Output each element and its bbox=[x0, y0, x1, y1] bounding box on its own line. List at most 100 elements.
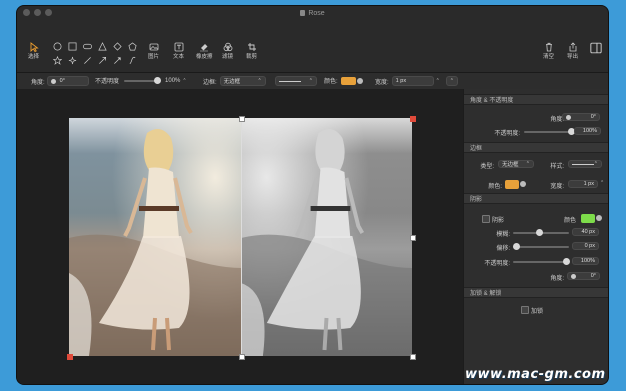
app-window: Rose 选择 形状 bbox=[17, 6, 608, 384]
share-icon bbox=[569, 42, 576, 52]
width-stepper[interactable]: ⌃ bbox=[600, 180, 604, 186]
shadow-checkbox[interactable] bbox=[482, 215, 490, 223]
select-arrows-icon: ⌃ bbox=[525, 161, 530, 167]
line-style-preview bbox=[572, 163, 594, 165]
resize-handle-bottom[interactable] bbox=[239, 354, 245, 360]
resize-handle-right[interactable] bbox=[410, 235, 416, 241]
angle-dial-icon[interactable] bbox=[571, 273, 576, 279]
shadow-opacity-slider[interactable] bbox=[513, 258, 570, 265]
color-photo bbox=[69, 118, 241, 356]
inspector-panel: 角度 & 不透明度 角度: 0° 不透明度: 100% 边框 类型: 无边框 ⌃ … bbox=[463, 89, 608, 384]
text-icon bbox=[174, 42, 183, 52]
angle-field[interactable]: 0° bbox=[46, 76, 89, 86]
freehand-icon[interactable] bbox=[128, 56, 137, 65]
color-option: 颜色: bbox=[324, 76, 363, 85]
section-lock: 加锁 & 解锁 bbox=[464, 287, 608, 298]
zoom-button[interactable] bbox=[45, 9, 52, 16]
shadow-opacity-knob[interactable] bbox=[563, 258, 570, 265]
section-shadow: 阴影 bbox=[464, 193, 608, 204]
diamond-icon[interactable] bbox=[113, 42, 122, 51]
grayscale-photo bbox=[241, 118, 412, 356]
offset-slider[interactable] bbox=[513, 243, 569, 250]
arrow-icon[interactable] bbox=[98, 56, 107, 65]
panel-border-width-field[interactable]: 1 px bbox=[568, 180, 598, 188]
width-option: 宽度: 1 px ⌃ ⌃ bbox=[375, 76, 458, 86]
filter-tool[interactable]: 滤镜 bbox=[222, 42, 233, 60]
text-tool[interactable]: 文本 bbox=[173, 42, 184, 60]
filled-arrow-icon[interactable] bbox=[113, 56, 122, 65]
color-picker-icon[interactable] bbox=[596, 215, 602, 221]
cursor-icon bbox=[30, 42, 39, 52]
panel-border-type-select[interactable]: 无边框 ⌃ bbox=[498, 160, 534, 168]
watermark: www.mac-gm.com bbox=[465, 367, 606, 382]
color-picker-icon[interactable] bbox=[520, 181, 526, 187]
angle-option: 角度: 0° bbox=[31, 76, 89, 86]
opacity-slider[interactable] bbox=[124, 76, 162, 84]
resize-handle-bottom-left[interactable] bbox=[67, 354, 73, 360]
shadow-opacity-field[interactable]: 100% bbox=[572, 257, 599, 265]
color-picker-icon[interactable] bbox=[356, 77, 363, 84]
resize-handle-bottom-right[interactable] bbox=[410, 354, 416, 360]
crop-tool[interactable]: 裁剪 bbox=[246, 42, 257, 60]
filter-icon bbox=[223, 42, 232, 52]
circle-icon[interactable] bbox=[53, 42, 62, 51]
close-button[interactable] bbox=[23, 9, 30, 16]
pentagon-icon[interactable] bbox=[128, 42, 137, 51]
lock-checkbox[interactable] bbox=[521, 306, 529, 314]
sidebar-icon bbox=[590, 42, 602, 54]
panel-opacity-field[interactable]: 100% bbox=[574, 127, 601, 135]
line-style-preview bbox=[279, 80, 301, 82]
line-style-option: ⌃ bbox=[275, 76, 317, 86]
square-icon[interactable] bbox=[68, 42, 77, 51]
star-icon[interactable] bbox=[53, 56, 62, 65]
resize-handle-top[interactable] bbox=[239, 116, 245, 122]
offset-field[interactable]: 0 px bbox=[572, 242, 599, 250]
split-divider[interactable] bbox=[241, 118, 242, 356]
photo-layer[interactable] bbox=[69, 118, 412, 356]
triangle-icon[interactable] bbox=[98, 42, 107, 51]
panel-border-color-swatch[interactable] bbox=[505, 180, 519, 189]
line-icon[interactable] bbox=[83, 56, 92, 65]
eraser-tool[interactable]: 橡皮擦 bbox=[196, 42, 213, 60]
blur-slider-knob[interactable] bbox=[536, 229, 543, 236]
angle-dial-icon[interactable] bbox=[566, 114, 571, 120]
opacity-option: 不透明度 100% ⌃ bbox=[95, 76, 187, 85]
select-arrows-icon: ⌃ bbox=[308, 78, 313, 84]
collapse-button[interactable]: ⌃ bbox=[445, 76, 458, 86]
select-tool[interactable]: 选择 bbox=[28, 42, 39, 60]
rounded-rect-icon[interactable] bbox=[83, 42, 92, 51]
opacity-stepper[interactable]: ⌃ bbox=[182, 78, 186, 84]
shadow-angle-field[interactable]: 0° bbox=[567, 272, 600, 280]
title-bar: Rose bbox=[17, 6, 608, 20]
window-title: Rose bbox=[300, 10, 325, 17]
blur-slider[interactable] bbox=[513, 229, 569, 236]
select-arrows-icon: ⌃ bbox=[257, 78, 262, 84]
line-style-select[interactable]: ⌃ bbox=[275, 76, 317, 86]
shadow-color-swatch[interactable] bbox=[581, 214, 595, 223]
canvas-area[interactable] bbox=[17, 89, 463, 384]
width-stepper[interactable]: ⌃ bbox=[436, 78, 440, 84]
offset-slider-knob[interactable] bbox=[513, 243, 520, 250]
sidebar-toggle[interactable] bbox=[590, 42, 602, 54]
image-tool[interactable]: 图片 bbox=[148, 42, 159, 60]
section-angle-opacity: 角度 & 不透明度 bbox=[464, 94, 608, 105]
trash-icon bbox=[545, 42, 552, 52]
color-swatch[interactable] bbox=[340, 76, 356, 85]
select-arrows-icon: ⌃ bbox=[593, 161, 598, 167]
border-select[interactable]: 无边框 ⌃ bbox=[219, 76, 266, 86]
blur-field[interactable]: 40 px bbox=[572, 228, 599, 236]
window-controls bbox=[23, 9, 52, 16]
width-field[interactable]: 1 px bbox=[391, 76, 434, 86]
sparkle-icon[interactable] bbox=[68, 56, 77, 65]
export-button[interactable]: 导出 bbox=[567, 42, 578, 60]
panel-border-style-select[interactable]: ⌃ bbox=[568, 160, 602, 168]
section-border: 边框 bbox=[464, 142, 608, 153]
panel-opacity-slider[interactable] bbox=[524, 128, 575, 135]
opacity-slider-knob[interactable] bbox=[154, 76, 162, 84]
angle-dial-icon[interactable] bbox=[50, 78, 56, 84]
minimize-button[interactable] bbox=[34, 9, 41, 16]
options-bar: 角度: 0° 不透明度 100% ⌃ 边框: 无边框 ⌃ ⌃ 颜色: 宽度: 1 … bbox=[17, 72, 608, 90]
clear-button[interactable]: 清空 bbox=[543, 42, 554, 60]
panel-angle-field[interactable]: 0° bbox=[562, 113, 600, 121]
rotate-handle[interactable] bbox=[410, 116, 416, 122]
